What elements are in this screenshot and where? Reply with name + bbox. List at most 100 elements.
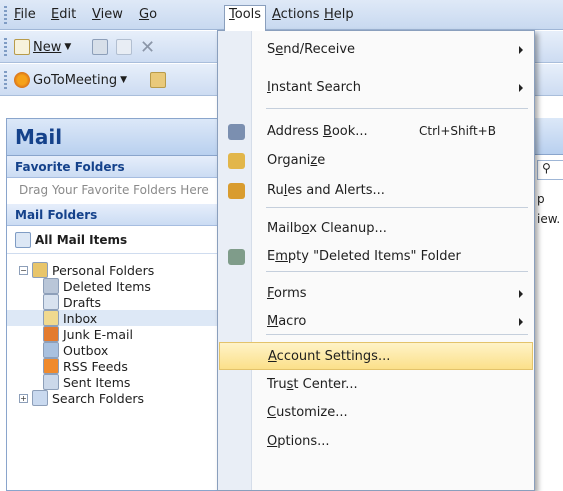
all-mail-items-label: All Mail Items — [35, 232, 128, 247]
toolbar-extra-button[interactable] — [150, 70, 166, 90]
folder-label: RSS Feeds — [63, 358, 128, 374]
menu-file[interactable]: File — [10, 6, 40, 25]
menu-item-label: Customize... — [267, 405, 348, 420]
junk-email-icon — [43, 326, 59, 342]
menu-item-trust-center[interactable]: Trust Center... — [219, 371, 533, 399]
inbox-icon — [43, 310, 59, 326]
content-text-fragment: iew. — [537, 212, 561, 226]
menu-item-label: Empty "Deleted Items" Folder — [267, 249, 461, 264]
menu-item-instant-search[interactable]: Instant Search — [219, 74, 533, 102]
search-icon: ⚲ — [542, 161, 551, 175]
meeting-icon — [150, 72, 166, 88]
all-mail-items-icon — [15, 231, 31, 248]
folder-outbox[interactable]: Outbox — [7, 342, 231, 358]
menu-item-label: Address Book... — [267, 124, 368, 139]
folder-label: Drafts — [63, 294, 102, 310]
menu-item-rules-and-alerts[interactable]: Rules and Alerts... — [219, 177, 533, 205]
menu-item-label: Macro — [267, 314, 307, 329]
deleted-items-icon — [43, 278, 59, 294]
new-mail-icon — [14, 39, 30, 55]
move-to-folder-button[interactable] — [116, 37, 132, 57]
menu-item-send-receive[interactable]: Send/Receive — [219, 36, 533, 64]
menu-separator — [266, 271, 528, 272]
menu-edit[interactable]: Edit — [47, 6, 80, 25]
folder-label: Sent Items — [63, 374, 131, 390]
folder-drafts[interactable]: Drafts — [7, 294, 231, 310]
menu-view[interactable]: View — [88, 6, 127, 25]
menu-item-label: Trust Center... — [267, 377, 358, 392]
new-button-label: New — [33, 39, 62, 55]
menu-item-empty-deleted-items-folder[interactable]: Empty "Deleted Items" Folder — [219, 243, 533, 271]
menu-item-label: Mailbox Cleanup... — [267, 221, 387, 236]
move-to-folder-icon — [116, 39, 132, 55]
menu-item-forms[interactable]: Forms — [219, 280, 533, 308]
content-text-fragment: p — [537, 192, 545, 206]
menu-item-mailbox-cleanup[interactable]: Mailbox Cleanup... — [219, 215, 533, 243]
search-folders-icon — [32, 390, 48, 406]
mail-folders-header[interactable]: Mail Folders — [7, 204, 231, 226]
drafts-icon — [43, 294, 59, 310]
all-mail-items[interactable]: All Mail Items — [7, 226, 231, 254]
chevron-down-icon[interactable]: ▼ — [64, 42, 71, 52]
menu-item-organize[interactable]: Organize — [219, 147, 533, 175]
organize-icon — [228, 153, 245, 169]
menu-item-shortcut: Ctrl+Shift+B — [419, 124, 496, 138]
folder-label: Junk E-mail — [63, 326, 133, 342]
menu-item-label: Organize — [267, 153, 326, 168]
menu-actions[interactable]: Actions — [268, 6, 324, 25]
folder-label: Inbox — [63, 310, 98, 326]
folder-label: Personal Folders — [52, 262, 155, 278]
folder-search-folders[interactable]: + Search Folders — [7, 390, 231, 406]
delete-icon: ✕ — [140, 36, 156, 58]
folder-junk-e-mail[interactable]: Junk E-mail — [7, 326, 231, 342]
sent-items-icon — [43, 374, 59, 390]
rules-alerts-icon — [228, 183, 245, 199]
menu-item-macro[interactable]: Macro — [219, 308, 533, 336]
folder-deleted-items[interactable]: Deleted Items — [7, 278, 231, 294]
menu-separator — [266, 108, 528, 109]
collapse-icon[interactable]: − — [19, 265, 28, 275]
print-button[interactable] — [92, 37, 108, 57]
folder-personal-folders[interactable]: − Personal Folders — [7, 262, 231, 278]
search-box[interactable]: ⚲ — [537, 160, 563, 180]
menu-bar-grip[interactable] — [4, 6, 7, 24]
folder-label: Deleted Items — [63, 278, 151, 294]
navigation-pane: Mail Favorite Folders Drag Your Favorite… — [6, 118, 232, 491]
toolbar-grip[interactable] — [4, 38, 7, 56]
print-icon — [92, 39, 108, 55]
folder-inbox[interactable]: Inbox — [7, 310, 231, 326]
rss-feeds-icon — [43, 358, 59, 374]
favorite-folders-header[interactable]: Favorite Folders — [7, 156, 231, 178]
gotomeeting-button[interactable]: GoToMeeting ▼ — [14, 70, 127, 90]
folder-tree: − Personal Folders Deleted Items Drafts Inbo… — [7, 254, 231, 406]
menu-separator — [266, 207, 528, 208]
menu-item-account-settings[interactable]: Account Settings... — [219, 342, 533, 370]
menu-tools[interactable]: Tools — [224, 5, 267, 31]
menu-item-options[interactable]: Options... — [219, 428, 533, 456]
folder-sent-items[interactable]: Sent Items — [7, 374, 231, 390]
empty-deleted-icon — [228, 249, 245, 265]
toolbar-grip[interactable] — [4, 71, 7, 89]
outbox-icon — [43, 342, 59, 358]
menu-item-label: Instant Search — [267, 80, 362, 95]
menu-item-address-book[interactable]: Address Book... Ctrl+Shift+B — [219, 118, 533, 146]
menu-item-label: Forms — [267, 286, 307, 301]
menu-item-label: Rules and Alerts... — [267, 183, 385, 198]
menu-bar: File Edit View Go Tools Actions Help — [0, 0, 563, 31]
personal-folders-icon — [32, 262, 48, 278]
gotomeeting-icon — [14, 72, 30, 88]
new-button[interactable]: New ▼ — [14, 37, 71, 57]
menu-help[interactable]: Help — [320, 6, 358, 25]
menu-item-customize[interactable]: Customize... — [219, 399, 533, 427]
address-book-icon — [228, 124, 245, 140]
folder-rss-feeds[interactable]: RSS Feeds — [7, 358, 231, 374]
menu-item-label: Account Settings... — [268, 349, 391, 364]
favorite-folders-hint: Drag Your Favorite Folders Here — [19, 183, 209, 197]
expand-icon[interactable]: + — [19, 393, 28, 403]
delete-button[interactable]: ✕ — [140, 36, 156, 58]
menu-item-label: Send/Receive — [267, 42, 356, 57]
menu-go[interactable]: Go — [135, 6, 161, 25]
chevron-down-icon[interactable]: ▼ — [120, 75, 127, 85]
folder-label: Search Folders — [52, 390, 145, 406]
gotomeeting-label: GoToMeeting — [33, 72, 118, 88]
